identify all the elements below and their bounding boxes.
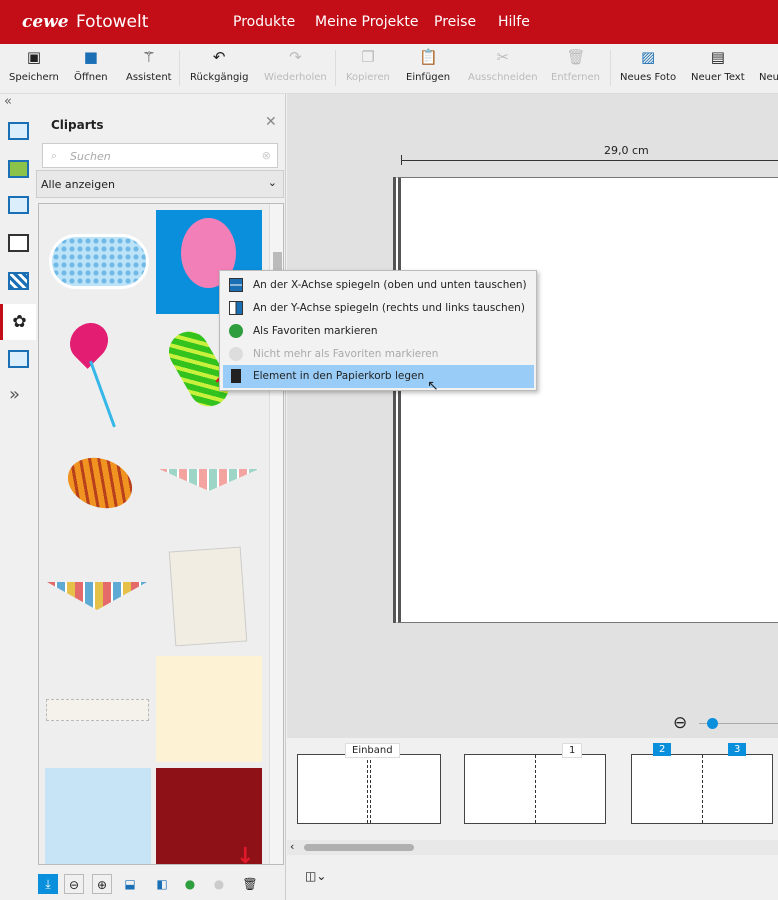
wand-icon: ⚚ — [142, 48, 156, 66]
menu-item-trash[interactable]: Element in den Papierkorb legen — [223, 365, 534, 388]
filter-dropdown[interactable]: Alle anzeigen ⌄ — [36, 170, 284, 198]
logo[interactable]: cewe — [22, 12, 69, 32]
search-icon: ⌕ — [51, 149, 58, 162]
ruler — [401, 160, 778, 161]
thumbs-down-icon — [229, 347, 243, 361]
assistant-button[interactable]: ⚚ Assistent — [126, 48, 172, 83]
open-icon: ■ — [83, 48, 98, 66]
clear-icon[interactable]: ⊗ — [262, 149, 271, 162]
unfavorite-icon[interactable]: ● — [209, 874, 229, 894]
trash-icon: 🗑 — [566, 48, 586, 66]
clipart-cloud[interactable] — [49, 234, 149, 289]
more-icon[interactable]: » — [9, 384, 20, 405]
app-header: cewe Fotowelt Produkte Meine Projekte Pr… — [0, 0, 778, 44]
clipart-cream-square[interactable] — [156, 656, 262, 762]
label-page-2: 2 — [653, 743, 672, 756]
mouse-cursor: ↖ — [427, 378, 439, 394]
nav-preise[interactable]: Preise — [434, 14, 476, 30]
new-text-icon: ▤ — [710, 48, 725, 66]
clipart-orange-candy[interactable] — [60, 449, 140, 517]
download-icon[interactable]: ⤓ — [38, 874, 58, 894]
nav-produkte[interactable]: Produkte — [233, 14, 295, 30]
brand-name: Fotowelt — [76, 12, 149, 32]
paste-icon: 📋 — [419, 48, 438, 66]
open-button[interactable]: ■ Öffnen — [74, 48, 108, 83]
cliparts-icon[interactable]: ✿ — [0, 304, 36, 340]
photos-icon[interactable] — [8, 122, 29, 140]
cliparts-panel: Cliparts ✕ ⌕ Suchen ⊗ Alle anzeigen ⌄ ↓ … — [36, 94, 286, 900]
clipart-tape[interactable] — [46, 699, 149, 721]
clipart-note-paper[interactable] — [168, 546, 248, 647]
close-icon[interactable]: ✕ — [265, 114, 277, 130]
undo-button[interactable]: ↶ Rückgängig — [190, 48, 248, 83]
nav-meine-projekte[interactable]: Meine Projekte — [315, 14, 418, 30]
new-text-button[interactable]: ▤ Neuer Text — [691, 48, 745, 83]
flip-y-icon[interactable]: ◧ — [152, 874, 172, 894]
cut-button[interactable]: ✂ Ausschneiden — [468, 48, 538, 83]
flip-y-icon — [229, 301, 243, 315]
arrow-annotation: ↓ — [236, 844, 255, 869]
trash-icon[interactable]: 🗑 — [240, 874, 260, 894]
favorite-icon[interactable]: ● — [180, 874, 200, 894]
page[interactable] — [393, 177, 778, 623]
view-mode-icon[interactable]: ◫⌄ — [305, 869, 326, 883]
clipart-bunting-2[interactable] — [47, 582, 147, 610]
zoom-out-icon[interactable]: ⊖ — [673, 713, 687, 733]
canvas-area: 29,0 cm ⊖ — [287, 94, 778, 738]
context-menu: An der X-Achse spiegeln (oben und unten … — [219, 270, 537, 391]
new-photo-icon: ▨ — [640, 48, 656, 66]
nav-hilfe[interactable]: Hilfe — [498, 14, 530, 30]
thumb-cover[interactable] — [297, 754, 441, 824]
copy-button[interactable]: ❐ Kopieren — [346, 48, 390, 83]
clipart-bunting-1[interactable] — [159, 469, 259, 491]
chevron-down-icon: ⌄ — [267, 176, 277, 189]
redo-icon: ↷ — [289, 48, 302, 66]
chevron-left-icon[interactable]: ‹ — [290, 840, 294, 853]
save-icon: ▣ — [26, 48, 42, 66]
stamps-icon[interactable] — [8, 350, 29, 368]
collapse-icon[interactable]: « — [4, 94, 12, 109]
copy-icon: ❐ — [361, 48, 375, 66]
paste-button[interactable]: 📋 Einfügen — [406, 48, 450, 83]
menu-item-flip-x[interactable]: An der X-Achse spiegeln (oben und unten … — [223, 274, 534, 297]
flip-x-icon — [229, 278, 243, 292]
delete-button[interactable]: 🗑 Entfernen — [551, 48, 600, 83]
menu-item-unfavorite[interactable]: Nicht mehr als Favoriten markieren — [223, 343, 534, 366]
menu-item-favorite[interactable]: Als Favoriten markieren — [223, 320, 534, 343]
label-page-3: 3 — [728, 743, 747, 756]
undo-icon: ↶ — [212, 48, 226, 66]
layouts-icon[interactable] — [8, 160, 29, 178]
flip-x-icon[interactable]: ⬓ — [120, 874, 140, 894]
zoom-in-icon[interactable]: ⊕ — [92, 874, 112, 894]
frames-icon[interactable] — [8, 234, 29, 252]
thumb-page-2-3[interactable] — [631, 754, 773, 824]
thumbs-up-icon — [229, 324, 243, 338]
ruler-label: 29,0 cm — [601, 144, 652, 157]
label-page-1: 1 — [562, 743, 583, 758]
menu-item-flip-y[interactable]: An der Y-Achse spiegeln (rechts und link… — [223, 297, 534, 320]
pages-icon[interactable] — [8, 196, 29, 214]
toolbar: ▣ Speichern ■ Öffnen ⚚ Assistent ↶ Rückgängi… — [0, 44, 778, 94]
trash-icon — [231, 369, 241, 383]
save-button[interactable]: ▣ Speichern — [9, 48, 59, 83]
search-input[interactable]: ⌕ Suchen ⊗ — [42, 143, 278, 168]
filmstrip: Einband 1 2 3 — [287, 740, 778, 840]
scissors-icon: ✂ — [496, 48, 510, 66]
filmstrip-scrollbar[interactable]: ‹ — [287, 840, 778, 855]
backgrounds-icon[interactable] — [8, 272, 29, 290]
left-sidebar: « ✿ » — [0, 94, 36, 900]
zoom-slider-thumb[interactable] — [707, 718, 718, 729]
redo-button[interactable]: ↷ Wiederholen — [264, 48, 327, 83]
thumb-page-1[interactable] — [464, 754, 606, 824]
new-button[interactable]: Neu — [759, 48, 778, 83]
label-cover: Einband — [345, 743, 400, 758]
clipart-blue-square[interactable] — [45, 768, 151, 864]
panel-title: Cliparts — [51, 118, 104, 132]
new-photo-button[interactable]: ▨ Neues Foto — [620, 48, 676, 83]
zoom-out-icon[interactable]: ⊖ — [64, 874, 84, 894]
new-icon — [760, 48, 778, 66]
